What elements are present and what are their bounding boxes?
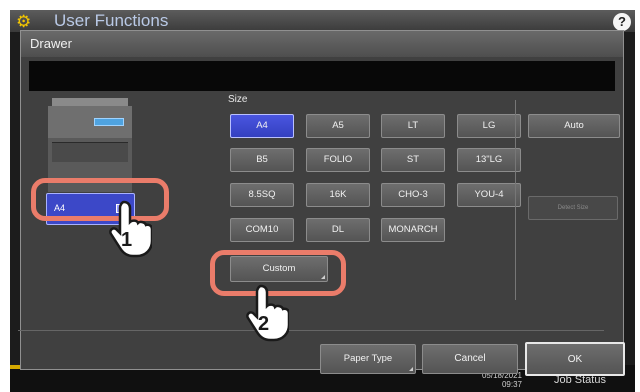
app-title: User Functions [54,11,169,30]
dialog-title: Drawer [30,36,72,51]
step-number-1: 1 [121,229,132,251]
size-heading: Size [228,94,248,105]
size-button-16k[interactable]: 16K [306,183,370,207]
status-indicator [10,365,20,369]
size-button-lg[interactable]: LG [457,114,521,138]
size-button-dl[interactable]: DL [306,218,370,242]
step-number-2: 2 [258,313,269,335]
size-button-com10[interactable]: COM10 [230,218,294,242]
message-bar [29,61,615,91]
paper-type-label: Paper Type [343,353,393,364]
cancel-button[interactable]: Cancel [422,344,518,374]
copier-body [48,106,132,138]
gear-icon: ⚙ [16,12,32,31]
size-button-folio[interactable]: FOLIO [306,148,370,172]
dialog-header: Drawer [21,31,623,57]
size-button-b5[interactable]: B5 [230,148,294,172]
size-button-lt[interactable]: LT [381,114,445,138]
size-button-monarch[interactable]: MONARCH [381,218,445,242]
size-button-you-4[interactable]: YOU-4 [457,183,521,207]
size-button-cho-3[interactable]: CHO-3 [381,183,445,207]
detect-size-button: Detect Size [528,196,618,220]
corner-arrow-icon [409,367,413,371]
pointing-hand-icon-step-2: 2 [246,284,289,342]
pointing-hand-icon-step-1: 1 [109,200,152,258]
size-button-a5[interactable]: A5 [306,114,370,138]
footer-separator [18,330,604,331]
size-button-13lg[interactable]: 13"LG [457,148,521,172]
paper-type-button[interactable]: Paper Type [320,344,416,374]
size-button-st[interactable]: ST [381,148,445,172]
size-button-8-5sq[interactable]: 8.5SQ [230,183,294,207]
copier-scanner-lid [52,98,128,106]
vertical-divider [515,100,516,300]
ok-button[interactable]: OK [525,342,625,376]
copier-control-panel [94,118,124,126]
size-button-a4[interactable]: A4 [230,114,294,138]
help-icon[interactable]: ? [613,13,631,31]
time-text: 09:37 [501,380,522,389]
auto-size-button[interactable]: Auto [528,114,620,138]
title-bar: ⚙ User Functions ? [10,10,635,32]
copier-drawer [52,142,128,162]
